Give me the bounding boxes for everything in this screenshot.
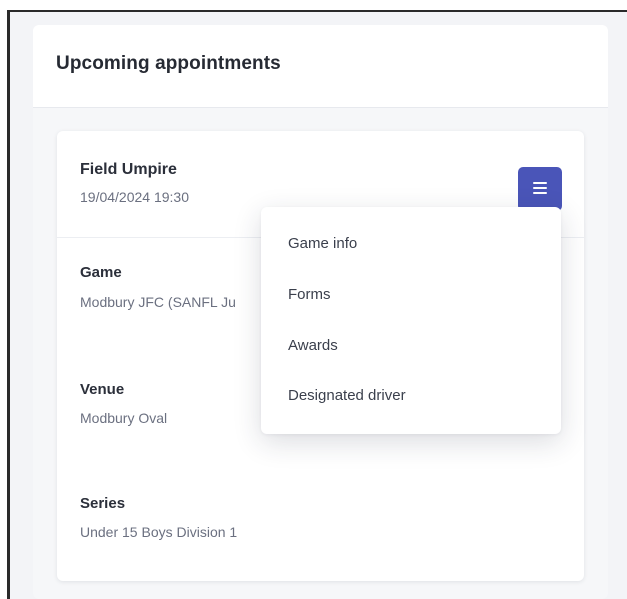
- appointment-actions-dropdown: Game info Forms Awards Designated driver: [261, 207, 561, 434]
- panel-header: Upcoming appointments: [33, 25, 608, 108]
- venue-label: Venue: [80, 381, 125, 398]
- hamburger-menu-icon: [533, 182, 547, 195]
- menu-item-designated-driver[interactable]: Designated driver: [261, 376, 561, 416]
- menu-item-awards[interactable]: Awards: [261, 326, 561, 366]
- series-label: Series: [80, 495, 126, 512]
- menu-item-game-info[interactable]: Game info: [261, 224, 561, 264]
- game-value: Modbury JFC (SANFL Ju: [80, 294, 236, 310]
- appointment-role: Field Umpire: [80, 161, 177, 178]
- game-label: Game: [80, 264, 122, 281]
- appointment-menu-button[interactable]: [518, 167, 562, 211]
- venue-value: Modbury Oval: [80, 410, 168, 426]
- appointment-datetime: 19/04/2024 19:30: [80, 189, 189, 205]
- panel-title: Upcoming appointments: [56, 53, 281, 74]
- menu-item-forms[interactable]: Forms: [261, 275, 561, 315]
- series-value: Under 15 Boys Division 1: [80, 524, 238, 540]
